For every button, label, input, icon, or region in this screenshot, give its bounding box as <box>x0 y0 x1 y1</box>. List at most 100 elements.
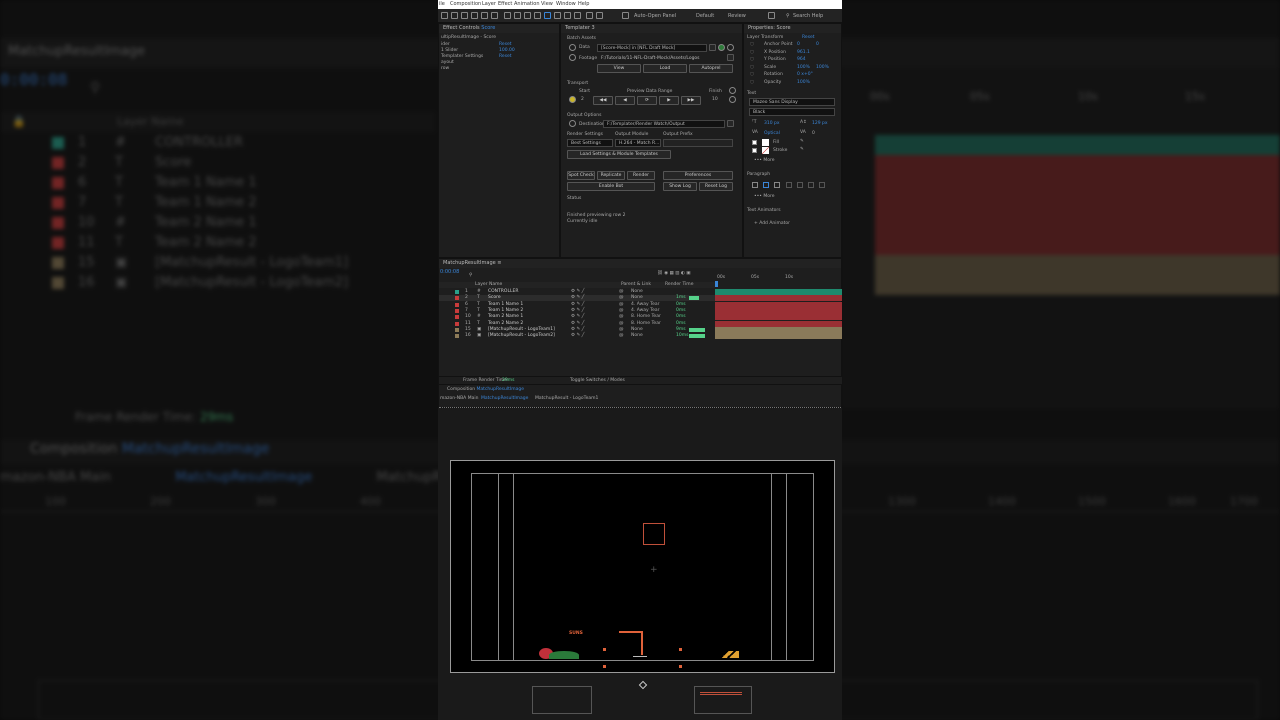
playhead[interactable] <box>715 281 718 287</box>
effect-reset-link[interactable]: Reset <box>499 42 512 47</box>
handle-point[interactable] <box>679 648 682 651</box>
data-source-field[interactable]: [Score-Mock] in [NFL Draft Mock] <box>597 44 707 52</box>
parent-pickwhip-icon[interactable]: @ <box>619 327 624 332</box>
transform-value[interactable]: 100% <box>797 65 810 70</box>
menu-layer[interactable]: Layer <box>482 1 496 7</box>
layer-name[interactable]: Team 1 Name 1 <box>488 302 523 307</box>
render-settings-select[interactable]: Best Settings <box>567 139 613 147</box>
search-help-label[interactable]: Search Help <box>793 13 823 19</box>
menu-file[interactable]: ile <box>439 1 445 7</box>
layer-name[interactable]: [MatchupResult - LogoTeam2] <box>488 333 555 338</box>
stroke-eyedropper-icon[interactable]: ✎ <box>800 147 804 152</box>
selection-tool-icon[interactable] <box>441 12 448 19</box>
menu-composition[interactable]: Composition <box>450 1 481 7</box>
anchor-diamond-icon[interactable] <box>638 680 648 690</box>
prev-row-button[interactable]: ◀ <box>615 96 635 105</box>
stopwatch-icon[interactable]: ◌ <box>750 65 754 70</box>
data-info-icon[interactable] <box>727 44 734 51</box>
load-settings-button[interactable]: Load Settings & Module Templates <box>567 150 671 159</box>
layer-name[interactable]: Score <box>488 295 501 300</box>
timeline-comp-tab[interactable]: MatchupResultImage ≡ <box>439 259 841 268</box>
parent-pickwhip-icon[interactable]: @ <box>619 289 624 294</box>
workspace-review[interactable]: Review <box>728 13 746 19</box>
spot-check-button[interactable]: Spot Check <box>567 171 595 180</box>
comp-canvas[interactable]: + SUNS <box>450 460 835 673</box>
first-row-button[interactable]: ◀◀ <box>593 96 613 105</box>
layer-color-label[interactable] <box>455 308 459 313</box>
layer-name[interactable]: Team 2 Name 2 <box>488 321 523 326</box>
layer-switches[interactable]: ⚙ ✎ ╱ <box>571 308 584 313</box>
timeline-search-icon[interactable]: ⚲ <box>469 273 472 278</box>
undo-icon[interactable] <box>504 12 511 19</box>
layer-name[interactable]: Team 2 Name 1 <box>488 314 523 319</box>
layer-switches[interactable]: ⚙ ✎ ╱ <box>571 295 584 300</box>
font-family-select[interactable]: Mazeo Sans Display <box>749 98 835 106</box>
fill-checkbox[interactable] <box>752 140 757 145</box>
eraser-tool-icon[interactable] <box>574 12 581 19</box>
layer-color-label[interactable] <box>455 315 459 320</box>
show-log-button[interactable]: Show Log <box>663 182 697 191</box>
stopwatch-icon[interactable]: ◌ <box>750 42 754 47</box>
layer-color-label[interactable] <box>455 302 459 307</box>
footage-path[interactable]: F:/Tutorials/11-NFL-Draft-Mock/Assets/Lo… <box>597 54 725 62</box>
crumb-right[interactable]: MatchupResult - LogoTeam1 <box>535 396 598 401</box>
stopwatch-icon[interactable]: ◌ <box>750 50 754 55</box>
crumb-active[interactable]: MatchupResultImage <box>481 396 528 401</box>
layer-parent-select[interactable]: None <box>631 327 643 332</box>
justify-right-icon[interactable] <box>808 182 814 188</box>
align-left-icon[interactable] <box>752 182 758 188</box>
team-name-suns[interactable]: SUNS <box>569 631 583 636</box>
stopwatch-icon[interactable]: ◌ <box>750 80 754 85</box>
mask-tool-icon[interactable] <box>514 12 521 19</box>
replicate-button[interactable]: Replicate <box>597 171 625 180</box>
search-help-icon[interactable]: ⚲ <box>786 13 790 19</box>
templater-tab[interactable]: Templater 3 <box>561 24 742 33</box>
timeline-time-ruler[interactable]: 00s 05s 10s <box>715 273 842 287</box>
transform-value[interactable]: 961.1 <box>797 50 810 55</box>
timeline-timecode[interactable]: 0:00:08 <box>440 269 459 275</box>
font-style-select[interactable]: Black <box>749 108 835 116</box>
layer-parent-select[interactable]: None <box>631 289 643 294</box>
font-size-value[interactable]: 310 px <box>764 121 780 126</box>
data-sync-icon[interactable] <box>718 44 725 51</box>
transform-value[interactable]: 0 <box>797 42 800 47</box>
layer-switches[interactable]: ⚙ ✎ ╱ <box>571 314 584 319</box>
layer-duration-bar[interactable] <box>715 333 842 340</box>
load-button[interactable]: Load <box>643 64 687 73</box>
handle-point[interactable] <box>603 665 606 668</box>
data-options-button[interactable] <box>709 44 716 51</box>
stroke-checkbox[interactable] <box>752 148 757 153</box>
layer-duration-bar[interactable] <box>715 314 842 321</box>
parent-pickwhip-icon[interactable]: @ <box>619 321 624 326</box>
transform-reset-link[interactable]: Reset <box>802 35 815 40</box>
stopwatch-icon[interactable]: ◌ <box>750 57 754 62</box>
layer-name[interactable]: [MatchupResult - LogoTeam1] <box>488 327 555 332</box>
brush-tool-icon[interactable] <box>554 12 561 19</box>
templater-reset-link[interactable]: Reset <box>499 54 512 59</box>
parent-pickwhip-icon[interactable]: @ <box>619 308 624 313</box>
transform-value[interactable]: 100% <box>816 65 829 70</box>
leading-value[interactable]: 129 px <box>812 121 828 126</box>
crumb-left[interactable]: mazon-NBA Main <box>440 396 478 401</box>
score-box-outline[interactable] <box>643 523 665 545</box>
tracking-value[interactable]: 0 <box>812 131 815 136</box>
properties-tab[interactable]: Properties: Score <box>744 24 841 33</box>
next-row-button[interactable]: ▶ <box>659 96 679 105</box>
text-more-link[interactable]: ••• More <box>754 158 775 163</box>
layer-name[interactable]: CONTROLLER <box>488 289 518 294</box>
menu-effect[interactable]: Effect <box>498 1 512 7</box>
zoom-tool-icon[interactable] <box>461 12 468 19</box>
parent-pickwhip-icon[interactable]: @ <box>619 314 624 319</box>
justify-center-icon[interactable] <box>797 182 803 188</box>
layer-parent-select[interactable]: None <box>631 295 643 300</box>
layer-switches[interactable]: ⚙ ✎ ╱ <box>571 302 584 307</box>
parent-pickwhip-icon[interactable]: @ <box>619 333 624 338</box>
stroke-color-swatch[interactable] <box>762 147 769 154</box>
range-edit-icon[interactable] <box>729 87 736 94</box>
composition-viewer[interactable]: + SUNS <box>438 408 842 720</box>
layer-switches[interactable]: ⚙ ✎ ╱ <box>571 321 584 326</box>
destination-field[interactable]: F:/Templater/Render Watch/Output <box>603 120 725 128</box>
fill-eyedropper-icon[interactable]: ✎ <box>800 139 804 144</box>
layer-parent-select[interactable]: 4. Away Tear <box>631 308 660 313</box>
workspace-default[interactable]: Default <box>696 13 714 19</box>
